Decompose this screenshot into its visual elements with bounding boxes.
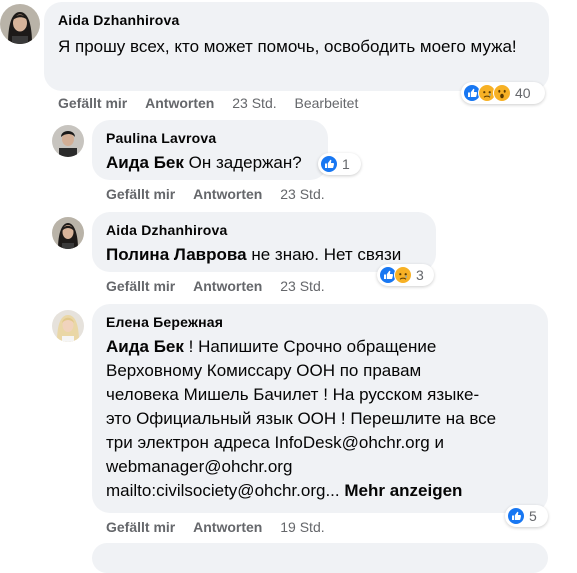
comment-bubble: Aida Dzhanhirova Полина Лаврова не знаю.…: [92, 212, 436, 272]
comment-author[interactable]: Paulina Lavrova: [106, 130, 316, 147]
reply-button[interactable]: Antworten: [145, 95, 214, 111]
mention-link[interactable]: Аида Бек: [106, 153, 184, 172]
woman-dark-hair-avatar: [52, 217, 84, 249]
comment-bubble: Елена Бережная Аида Бек ! Напишите Срочн…: [92, 304, 548, 513]
like-button[interactable]: Gefällt mir: [58, 95, 127, 111]
comment-actions: Gefällt mir Antworten 19 Std.: [106, 518, 339, 536]
like-button[interactable]: Gefällt mir: [106, 519, 175, 535]
reaction-summary[interactable]: 3: [377, 264, 434, 286]
comment-text: Он задержан?: [188, 153, 302, 172]
comment-text-line: это Официальный язык ООН ! Перешлите на …: [106, 409, 497, 428]
reaction-summary[interactable]: 5: [505, 505, 548, 527]
timestamp[interactable]: 23 Std.: [232, 95, 276, 111]
wow-icon: [493, 84, 511, 102]
avatar[interactable]: [52, 310, 84, 342]
comment-bubble: Paulina Lavrova Аида Бек Он задержан?: [92, 120, 328, 180]
like-icon: [507, 507, 525, 525]
avatar[interactable]: [52, 125, 84, 157]
avatar[interactable]: [0, 4, 40, 44]
next-comment-bubble: [92, 543, 548, 573]
reaction-summary[interactable]: 1: [318, 153, 361, 175]
reply-button[interactable]: Antworten: [193, 186, 262, 202]
reaction-summary[interactable]: 40: [461, 82, 545, 104]
reaction-count: 1: [342, 156, 350, 172]
comment-bubble: Aida Dzhanhirova Я прошу всех, кто может…: [44, 2, 549, 91]
like-button[interactable]: Gefällt mir: [106, 186, 175, 202]
comment-text-line: Верховному Комиссару ООН по правам: [106, 361, 422, 380]
reaction-count: 3: [416, 267, 424, 283]
comment-author[interactable]: Aida Dzhanhirova: [58, 12, 537, 29]
see-more-link[interactable]: Mehr anzeigen: [344, 481, 462, 500]
like-icon: [320, 155, 338, 173]
blonde-woman-avatar: [52, 310, 84, 342]
man-dark-hair-avatar: [52, 125, 84, 157]
comment-text-line: ! Напишите Срочно обращение: [188, 337, 437, 356]
comment-text-line: webmanager@ohchr.org: [106, 457, 293, 476]
edited-label: Bearbeitet: [294, 95, 359, 111]
comment-text: не знаю. Нет связи: [251, 245, 402, 264]
comment-author[interactable]: Aida Dzhanhirova: [106, 222, 424, 239]
reaction-count: 40: [515, 85, 531, 101]
timestamp[interactable]: 19 Std.: [280, 519, 324, 535]
comment-text-line: mailto:civilsociety@ohchr.org...: [106, 481, 340, 500]
mention-link[interactable]: Полина Лаврова: [106, 245, 247, 264]
mention-link[interactable]: Аида Бек: [106, 337, 184, 356]
reply-button[interactable]: Antworten: [193, 519, 262, 535]
comment-actions: Gefällt mir Antworten 23 Std.: [106, 185, 339, 203]
timestamp[interactable]: 23 Std.: [280, 186, 324, 202]
comment-text-line: три электрон адреса InfoDesk@ohchr.org и: [106, 433, 444, 452]
comment-actions: Gefällt mir Antworten 23 Std. Bearbeitet: [58, 94, 372, 112]
sad-icon: [394, 266, 412, 284]
avatar[interactable]: [52, 217, 84, 249]
comment-text: Я прошу всех, кто может помочь, освободи…: [58, 37, 517, 56]
comment-actions: Gefällt mir Antworten 23 Std.: [106, 277, 339, 295]
timestamp[interactable]: 23 Std.: [280, 278, 324, 294]
comment-author[interactable]: Елена Бережная: [106, 314, 536, 331]
reply-button[interactable]: Antworten: [193, 278, 262, 294]
reaction-count: 5: [529, 508, 537, 524]
like-button[interactable]: Gefällt mir: [106, 278, 175, 294]
woman-dark-hair-avatar: [0, 4, 40, 44]
comment-text-line: человека Мишель Бачилет ! На русском язы…: [106, 385, 480, 404]
